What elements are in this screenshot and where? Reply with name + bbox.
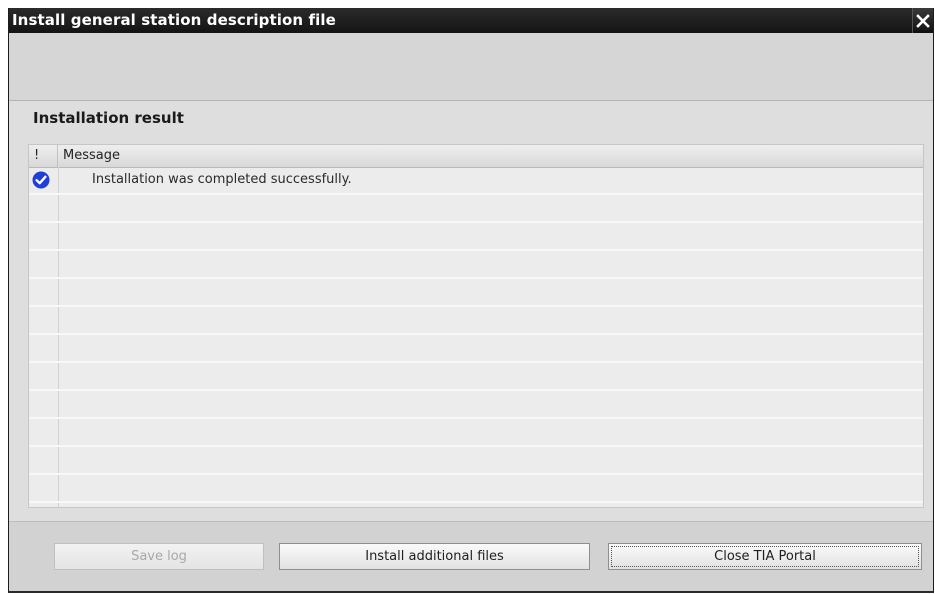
table-row[interactable] xyxy=(29,391,923,419)
table-row[interactable] xyxy=(29,475,923,503)
table-row[interactable] xyxy=(29,195,923,223)
focus-indicator xyxy=(611,546,919,567)
table-row[interactable] xyxy=(29,251,923,279)
dialog-header-band xyxy=(9,33,933,101)
dialog-title: Install general station description file xyxy=(12,11,336,29)
install-additional-files-label: Install additional files xyxy=(365,549,504,564)
install-gsd-dialog: Install general station description file… xyxy=(8,8,934,593)
table-header: ! Message xyxy=(29,145,923,168)
result-table[interactable]: ! Message Installation was completed suc… xyxy=(28,144,924,508)
dialog-titlebar[interactable]: Install general station description file xyxy=(9,8,933,33)
table-body: Installation was completed successfully. xyxy=(29,167,923,507)
close-tia-portal-button[interactable]: Close TIA Portal xyxy=(608,543,922,570)
table-row[interactable]: Installation was completed successfully. xyxy=(29,167,923,195)
column-header-message[interactable]: Message xyxy=(63,145,120,167)
table-row[interactable] xyxy=(29,307,923,335)
dialog-footer: Save log Install additional files Close … xyxy=(9,521,933,591)
close-x-icon xyxy=(916,13,930,28)
install-additional-files-button[interactable]: Install additional files xyxy=(279,543,590,570)
table-row[interactable] xyxy=(29,447,923,475)
table-row[interactable] xyxy=(29,223,923,251)
row-message: Installation was completed successfully. xyxy=(92,172,352,187)
column-header-status[interactable]: ! xyxy=(29,145,58,167)
table-row[interactable] xyxy=(29,335,923,363)
section-title: Installation result xyxy=(33,109,184,127)
installation-result-panel: Installation result ! Message Installati… xyxy=(9,101,933,521)
close-button[interactable] xyxy=(912,8,933,33)
table-row[interactable] xyxy=(29,363,923,391)
save-log-label: Save log xyxy=(131,549,187,564)
table-row[interactable] xyxy=(29,279,923,307)
table-row[interactable] xyxy=(29,419,923,447)
check-circle-icon xyxy=(32,171,50,189)
save-log-button[interactable]: Save log xyxy=(54,543,264,570)
